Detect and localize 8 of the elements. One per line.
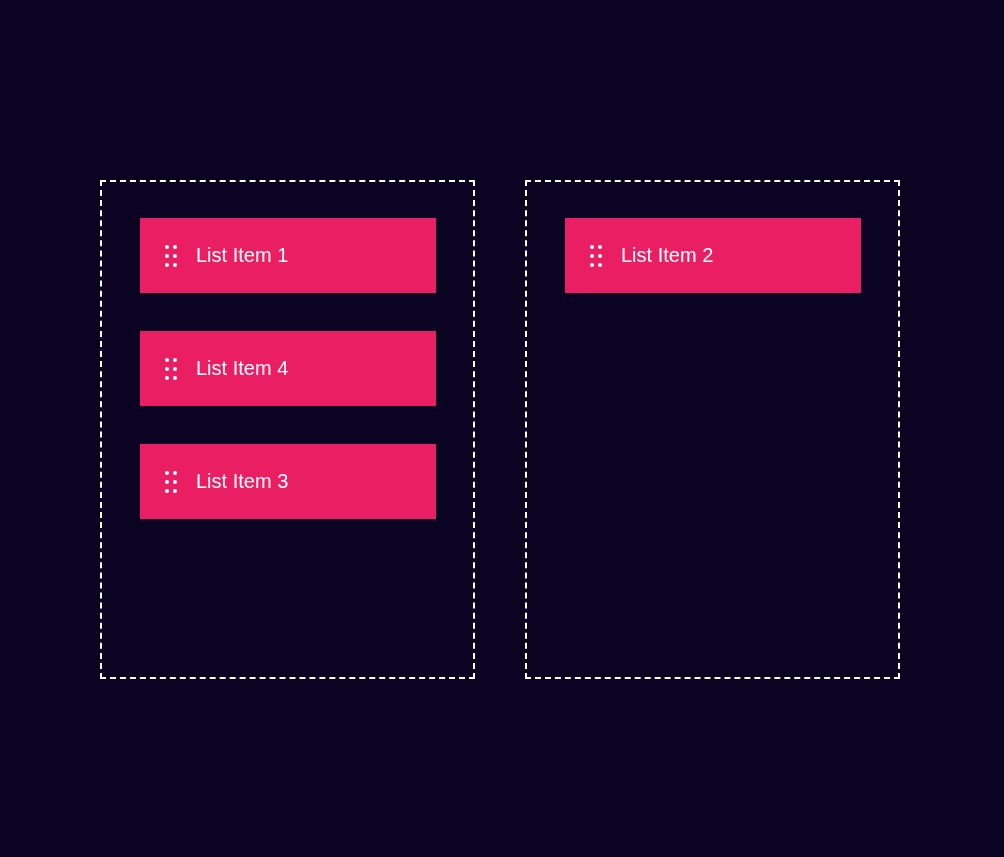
drag-handle-icon[interactable]	[590, 244, 602, 267]
list-item[interactable]: List Item 4	[140, 331, 436, 406]
list-item[interactable]: List Item 2	[565, 218, 861, 293]
drag-handle-icon[interactable]	[165, 357, 177, 380]
list-item[interactable]: List Item 3	[140, 444, 436, 519]
drag-handle-icon[interactable]	[165, 244, 177, 267]
drag-handle-icon[interactable]	[165, 470, 177, 493]
list-item[interactable]: List Item 1	[140, 218, 436, 293]
